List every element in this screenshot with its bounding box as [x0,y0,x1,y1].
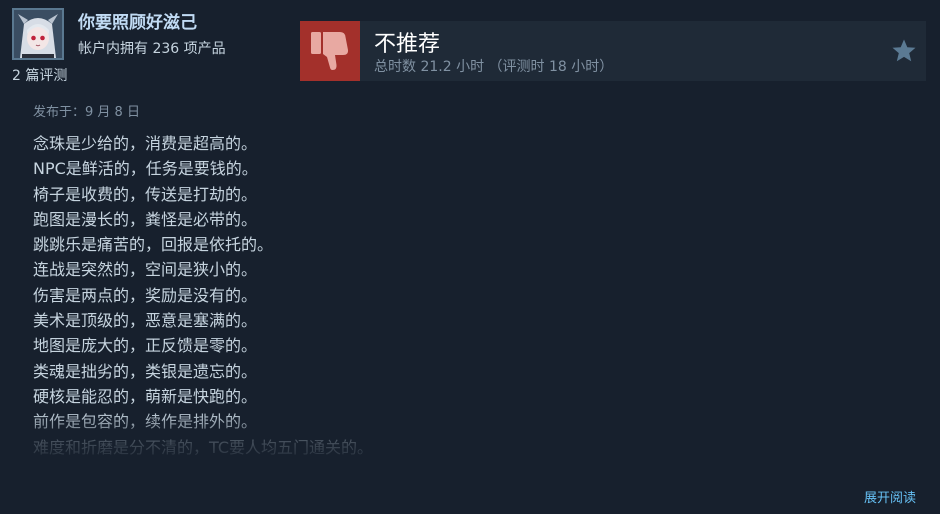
award-star-icon[interactable] [890,37,918,65]
review-line: 类魂是拙劣的，类银是遗忘的。 [33,361,258,381]
review-line: 念珠是少给的，消费是超高的。 [33,134,258,153]
review-line: 美术是顶级的，恶意是塞满的。 [33,311,258,331]
author-name[interactable]: 你要照顾好滋己 [78,8,197,33]
review-line: 跑图是漫长的，粪怪是必带的。 [33,209,258,229]
avatar[interactable] [12,8,64,60]
review-card: 你要照顾好滋己 帐户内拥有 236 项产品 2 篇评测 不推荐 总时数 21.2… [0,0,940,514]
review-line: 伤害是两点的，奖励是没有的。 [33,285,258,305]
review-line: 椅子是收费的，传送是打劫的。 [33,184,258,204]
review-line: 硬核是能忍的，萌新是快跑的。 [33,386,258,406]
review-line: 连战是突然的，空间是狭小的。 [33,260,258,280]
verdict-title: 不推荐 [374,32,441,57]
author-reviews-count[interactable]: 2 篇评测 [12,65,67,85]
review-content: 念珠是少给的，消费是超高的。 NPC是鲜活的，任务是要钱的。 椅子是收费的，传送… [33,131,893,467]
review-line: 地图是庞大的，正反馈是零的。 [33,336,258,356]
thumbs-down-icon [311,32,349,70]
playtime-info: 总时数 21.2 小时 （评测时 18 小时） [374,59,614,75]
review-line: NPC是鲜活的，任务是要钱的。 [33,159,258,179]
expand-review-link[interactable]: 展开阅读 [864,487,916,506]
verdict-bar: 不推荐 总时数 21.2 小时 （评测时 18 小时） [300,21,926,81]
verdict-thumb [300,21,360,81]
review-line: 跳跳乐是痛苦的，回报是依托的。 [33,235,274,255]
author-products-count[interactable]: 帐户内拥有 236 项产品 [78,38,226,58]
posted-date: 发布于：9 月 8 日 [33,105,140,120]
review-line: 前作是包容的，续作是排外的。 [33,412,258,432]
review-line: 难度和折磨是分不清的，TC要人均五门通关的。 [33,437,374,457]
avatar-image [14,10,62,58]
